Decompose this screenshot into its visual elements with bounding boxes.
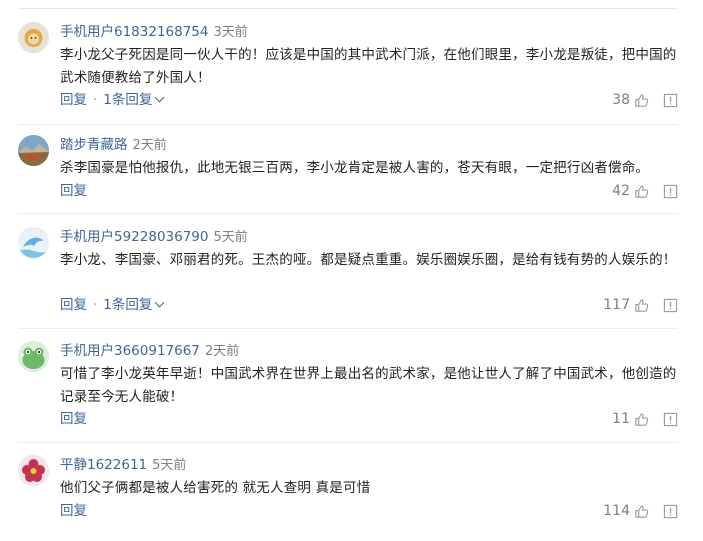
thumbs-up-icon[interactable] [634,504,649,519]
like-area: 42 [612,181,678,201]
username[interactable]: 平静1622611 [60,457,147,473]
like-area: 117 [603,295,678,315]
chevron-down-icon [154,297,165,308]
report-icon[interactable] [663,504,678,519]
view-replies-button[interactable]: 1条回复 [103,297,165,313]
comment-item: 手机用户3660917667 2天前 可惜了李小龙英年早逝！中国武术界在世界上最出… [18,341,678,443]
comment-text: 可惜了李小龙英年早逝！中国武术界在世界上最出名的武术家，是他让世人了解了中国武术… [60,366,677,405]
comment-actions: 回复 [60,181,87,201]
report-icon[interactable] [663,412,678,427]
reply-button[interactable]: 回复 [60,411,87,427]
reply-button[interactable]: 回复 [60,503,87,519]
reply-button[interactable]: 回复 [60,183,87,199]
comment-header: 手机用户61832168754 3天前 [60,22,248,42]
comment-header: 手机用户59228036790 5天前 [60,227,248,247]
comment-item: 踏步青藏路 2天前 杀李国豪是怕他报仇，此地无银三百两，李小龙肯定是被人害的，苍天… [18,135,678,214]
divider [18,442,678,443]
like-count: 11 [612,411,630,427]
comment-header: 踏步青藏路 2天前 [60,135,167,155]
comment-text: 他们父子俩都是被人给害死的 就无人查明 真是可惜 [60,480,371,496]
divider [18,213,678,214]
comment-header: 平静1622611 5天前 [60,455,186,475]
timestamp: 2天前 [132,138,167,153]
timestamp: 5天前 [213,230,248,245]
like-area: 38 [612,90,678,110]
divider [18,124,678,125]
comment-item: 手机用户59228036790 5天前 李小龙、李国豪、邓丽君的死。王杰的哑。都是… [18,227,678,329]
divider [18,328,678,329]
replies-count-label: 1条回复 [103,92,153,108]
frog-avatar-icon[interactable] [18,341,49,372]
separator-dot: · [93,297,98,313]
divider [18,8,678,9]
comment-actions: 回复 · 1条回复 [60,90,165,110]
comment-list: 手机用户61832168754 3天前 李小龙父子死因是同一伙人干的！应该是中国的… [0,0,703,541]
thumbs-up-icon[interactable] [634,93,649,108]
replies-count-label: 1条回复 [103,297,153,313]
like-count: 117 [603,297,630,313]
comment-actions: 回复 [60,409,87,429]
timestamp: 5天前 [152,458,187,473]
lion-avatar-icon[interactable] [18,22,49,53]
comment-item: 手机用户61832168754 3天前 李小龙父子死因是同一伙人干的！应该是中国的… [18,22,678,125]
thumbs-up-icon[interactable] [634,184,649,199]
username[interactable]: 手机用户59228036790 [60,229,208,245]
like-area: 11 [612,409,678,429]
comment-actions: 回复 [60,501,87,521]
like-count: 114 [603,503,630,519]
landscape-avatar-icon[interactable] [18,135,49,166]
username[interactable]: 手机用户3660917667 [60,343,200,359]
like-count: 42 [612,183,630,199]
username[interactable]: 踏步青藏路 [60,137,128,153]
chevron-down-icon [154,92,165,103]
like-count: 38 [612,92,630,108]
comment-item: 平静1622611 5天前 他们父子俩都是被人给害死的 就无人查明 真是可惜 回复… [18,455,678,535]
thumbs-up-icon[interactable] [634,412,649,427]
thumbs-up-icon[interactable] [634,298,649,313]
comment-text: 李小龙、李国豪、邓丽君的死。王杰的哑。都是疑点重重。娱乐圈娱乐圈，是给有钱有势的… [60,252,677,268]
reply-button[interactable]: 回复 [60,297,87,313]
comment-actions: 回复 · 1条回复 [60,295,165,315]
report-icon[interactable] [663,93,678,108]
reply-button[interactable]: 回复 [60,92,87,108]
comment-header: 手机用户3660917667 2天前 [60,341,239,361]
view-replies-button[interactable]: 1条回复 [103,92,165,108]
comment-text: 李小龙父子死因是同一伙人干的！应该是中国的其中武术门派，在他们眼里，李小龙是叛徒… [60,47,677,86]
comment-text: 杀李国豪是怕他报仇，此地无银三百两，李小龙肯定是被人害的，苍天有眼，一定把行凶者… [60,160,650,176]
separator-dot: · [93,92,98,108]
like-area: 114 [603,501,678,521]
username[interactable]: 手机用户61832168754 [60,24,208,40]
dolphin-avatar-icon[interactable] [18,227,49,258]
report-icon[interactable] [663,298,678,313]
report-icon[interactable] [663,184,678,199]
timestamp: 3天前 [213,25,248,40]
flower-avatar-icon[interactable] [18,455,49,486]
timestamp: 2天前 [204,344,240,359]
